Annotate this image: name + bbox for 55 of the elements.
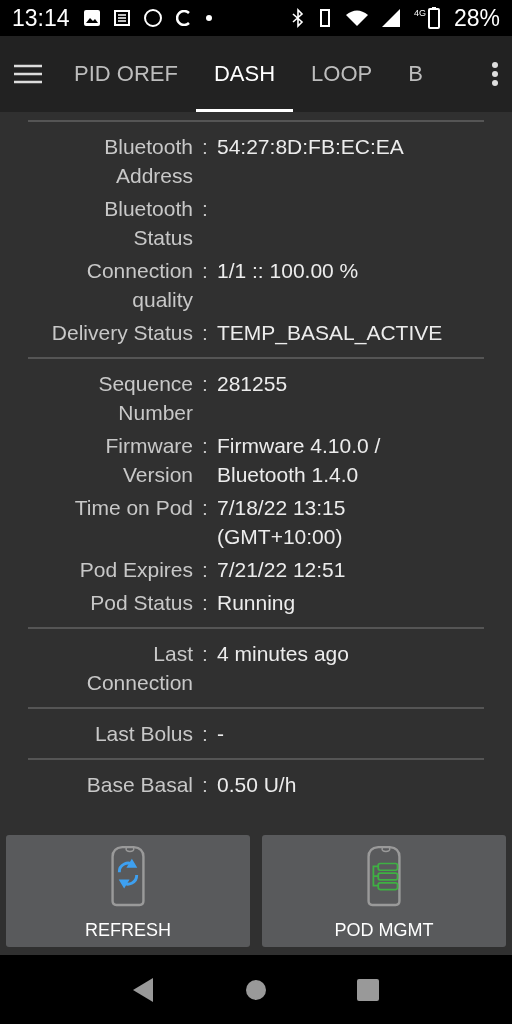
clock: 13:14: [12, 4, 70, 32]
battery-level: 28%: [453, 4, 500, 32]
tab[interactable]: PID OREF: [56, 36, 196, 112]
colon: :: [201, 721, 209, 747]
colon: :: [201, 495, 209, 521]
colon: :: [201, 557, 209, 583]
tab[interactable]: B: [390, 36, 441, 112]
field-label: Base Basal: [85, 772, 193, 798]
field-value: 7/21/22 12:51: [217, 557, 347, 583]
field-value: Running: [217, 590, 297, 616]
colon: :: [201, 258, 209, 284]
field-label: Firmware Version: [104, 433, 193, 488]
colon: :: [201, 772, 209, 798]
recents-icon[interactable]: [357, 978, 379, 1001]
field-label: Pod Status: [89, 590, 193, 616]
field-label: Time on Pod: [73, 495, 193, 521]
field-label: Bluetooth Status: [103, 196, 193, 251]
colon: :: [201, 196, 209, 222]
bluetooth-icon: [291, 8, 304, 28]
field-label: Last Bolus: [93, 721, 193, 747]
field-label: Sequence Number: [97, 371, 193, 426]
signal-icon: [381, 9, 400, 27]
network-type: 4G: [413, 8, 426, 18]
dot-icon: [205, 15, 212, 21]
field-value: 7/18/22 13:15 (GMT+10:00): [217, 495, 347, 550]
image-icon: [83, 10, 100, 26]
pod-management-button[interactable]: POD MGMT: [262, 835, 506, 947]
field-value: Firmware 4.10.0 / Bluetooth 1.4.0: [217, 433, 382, 488]
field-label: Bluetooth Address: [103, 134, 193, 189]
colon: :: [201, 590, 209, 616]
colon: :: [201, 371, 209, 397]
field-value: -: [217, 721, 225, 747]
tab[interactable]: DASH: [195, 36, 294, 112]
battery-icon: [427, 7, 440, 29]
field-value: TEMP_BASAL_ACTIVE: [217, 320, 444, 347]
refresh-icon: [175, 10, 192, 26]
home-icon[interactable]: [245, 978, 267, 1001]
field-label: Connection quality: [85, 258, 193, 313]
field-label: Delivery Status: [50, 320, 193, 346]
back-icon[interactable]: [133, 977, 155, 1002]
colon: :: [201, 134, 209, 160]
field-value: 4 minutes ago: [217, 641, 350, 667]
wifi-icon: [345, 10, 368, 26]
news-icon: [113, 10, 130, 26]
colon: :: [201, 320, 209, 346]
field-value: 281255: [217, 371, 289, 397]
refresh-button[interactable]: REFRESH: [6, 835, 250, 947]
field-value: 1/1 :: 100.00 %: [217, 258, 360, 284]
field-label: Last Connection: [85, 641, 193, 696]
field-value: 54:27:8D:FB:EC:EA: [217, 134, 405, 160]
tab[interactable]: LOOP: [293, 36, 391, 112]
field-label: Pod Expires: [78, 557, 193, 583]
colon: :: [201, 641, 209, 667]
colon: :: [201, 433, 209, 459]
field-value: 0.50 U/h: [217, 772, 298, 798]
